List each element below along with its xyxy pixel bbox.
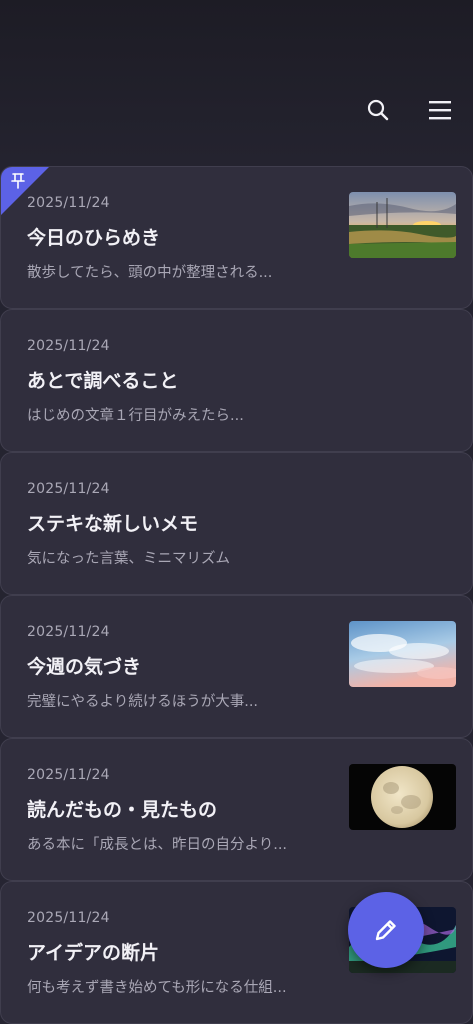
note-preview: 何も考えず書き始めても形になる仕組... <box>27 980 287 996</box>
search-button[interactable] <box>358 90 398 130</box>
note-preview: はじめの文章１行目がみえたら... <box>27 408 244 424</box>
compose-button[interactable] <box>348 892 424 968</box>
note-preview: 完璧にやるより続けるほうが大事... <box>27 694 259 710</box>
note-date: 2025/11/24 <box>27 624 110 640</box>
note-date: 2025/11/24 <box>27 910 110 926</box>
note-date: 2025/11/24 <box>27 338 110 354</box>
note-title: アイデアの断片 <box>27 942 160 964</box>
note-card[interactable]: 2025/11/24 今週の気づき 完璧にやるより続けるほうが大事... <box>0 595 473 738</box>
note-thumbnail-sky <box>349 621 456 687</box>
search-icon <box>367 99 389 121</box>
pencil-icon <box>375 920 396 941</box>
note-thumbnail-moon <box>349 764 456 830</box>
hamburger-menu-icon <box>429 101 451 120</box>
note-title: あとで調べること <box>27 370 179 392</box>
note-card[interactable]: 2025/11/24 あとで調べること はじめの文章１行目がみえたら... <box>0 309 473 452</box>
note-title: ステキな新しいメモ <box>27 513 199 535</box>
note-thumbnail-sunset <box>349 192 456 258</box>
header <box>0 0 473 160</box>
note-date: 2025/11/24 <box>27 767 110 783</box>
note-card[interactable]: 2025/11/24 今日のひらめき 散歩してたら、頭の中が整理される... <box>0 166 473 309</box>
app-screen: 2025/11/24 今日のひらめき 散歩してたら、頭の中が整理される... 2… <box>0 0 473 1024</box>
note-title: 今日のひらめき <box>27 227 161 249</box>
note-preview: ある本に「成長とは、昨日の自分より... <box>27 837 288 853</box>
note-title: 今週の気づき <box>27 656 142 678</box>
note-preview: 散歩してたら、頭の中が整理される... <box>27 265 273 281</box>
note-title: 読んだもの・見たもの <box>27 799 218 821</box>
note-card[interactable]: 2025/11/24 読んだもの・見たもの ある本に「成長とは、昨日の自分より.… <box>0 738 473 881</box>
menu-button[interactable] <box>420 90 460 130</box>
note-preview: 気になった言葉、ミニマリズム <box>27 551 230 567</box>
note-date: 2025/11/24 <box>27 195 110 211</box>
note-card[interactable]: 2025/11/24 ステキな新しいメモ 気になった言葉、ミニマリズム <box>0 452 473 595</box>
note-date: 2025/11/24 <box>27 481 110 497</box>
